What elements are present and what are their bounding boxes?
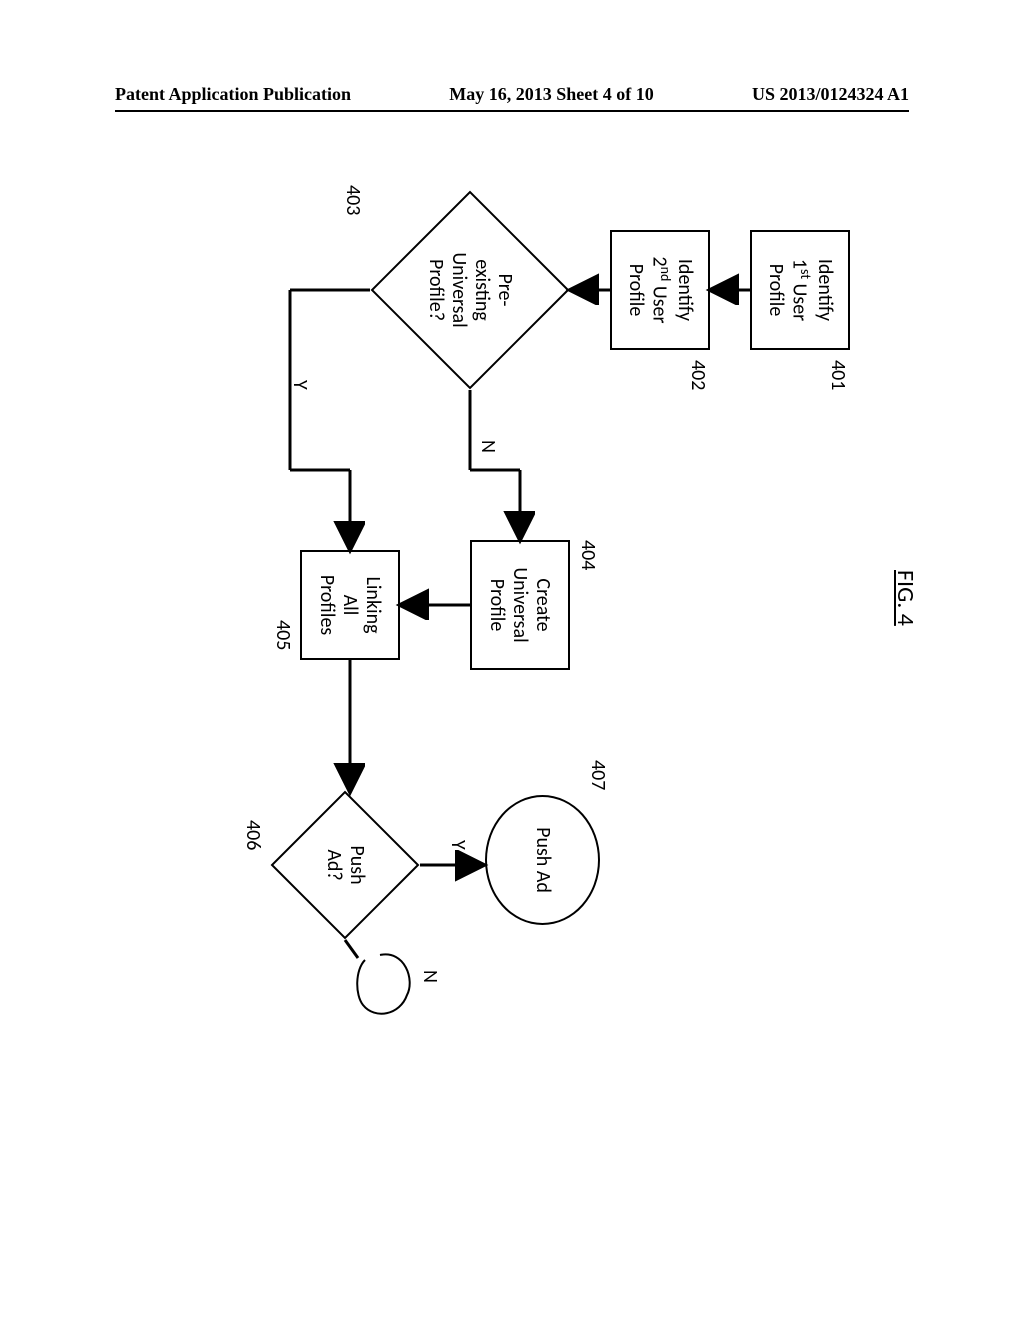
flowchart-fig-4: FIG. 4 Identify1st UserProfile 401 Ident… xyxy=(60,240,910,1010)
edge-label-403-y: Y xyxy=(288,380,312,390)
header-left: Patent Application Publication xyxy=(115,84,351,105)
edge-label-403-n: N xyxy=(476,440,500,453)
edge-label-406-y: Y xyxy=(446,840,470,850)
header-center: May 16, 2013 Sheet 4 of 10 xyxy=(449,84,653,105)
header-right: US 2013/0124324 A1 xyxy=(752,84,909,105)
edge-label-406-n: N xyxy=(418,970,442,983)
header-rule xyxy=(115,110,909,112)
page: Patent Application Publication May 16, 2… xyxy=(0,0,1024,1320)
page-header: Patent Application Publication May 16, 2… xyxy=(115,84,909,105)
flowchart-arrows xyxy=(60,180,910,1080)
